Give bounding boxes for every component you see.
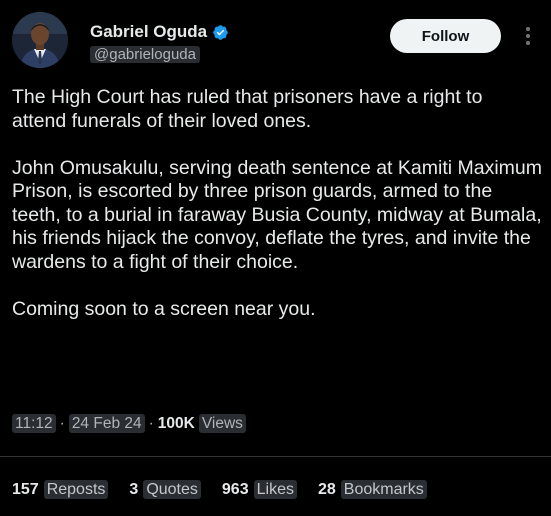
- stat-label: Quotes: [143, 480, 201, 499]
- stat-label: Likes: [253, 480, 297, 499]
- stat-bookmarks[interactable]: 28 Bookmarks: [318, 480, 427, 499]
- stat-count: 963: [221, 480, 249, 498]
- avatar[interactable]: [12, 12, 68, 68]
- stat-count: 157: [12, 480, 39, 498]
- stat-likes[interactable]: 963 Likes: [222, 480, 297, 499]
- more-vertical-icon[interactable]: [520, 25, 536, 47]
- meta-separator: ·: [148, 414, 154, 432]
- tweet-time[interactable]: 11:12: [12, 414, 56, 433]
- stat-label: Bookmarks: [340, 480, 427, 499]
- tweet-paragraph: John Omusakulu, serving death sentence a…: [12, 156, 548, 273]
- tweet-header: Gabriel Oguda @gabrieloguda Follow: [12, 12, 539, 72]
- display-name-row: Gabriel Oguda: [90, 21, 229, 43]
- tweet: Gabriel Oguda @gabrieloguda Follow The H…: [0, 0, 551, 516]
- stat-quotes[interactable]: 3 Quotes: [129, 480, 201, 499]
- follow-button[interactable]: Follow: [390, 19, 501, 53]
- views-count: 100K: [157, 414, 195, 432]
- tweet-meta: 11:12 · 24 Feb 24 · 100K Views: [12, 414, 246, 433]
- avatar-image: [12, 12, 68, 68]
- meta-separator: ·: [59, 414, 65, 432]
- views-label: Views: [198, 414, 246, 433]
- author-names: Gabriel Oguda @gabrieloguda: [90, 21, 229, 64]
- stat-count: 3: [129, 480, 139, 498]
- tweet-text: The High Court has ruled that prisoners …: [12, 86, 542, 345]
- divider: [0, 456, 551, 457]
- stat-count: 28: [317, 480, 336, 498]
- tweet-paragraph: The High Court has ruled that prisoners …: [12, 86, 488, 132]
- tweet-paragraph: Coming soon to a screen near you.: [12, 297, 316, 320]
- stat-label: Reposts: [43, 480, 109, 499]
- author-handle[interactable]: @gabrieloguda: [90, 46, 200, 63]
- engagement-stats: 157 Reposts 3 Quotes 963 Likes 28 Bookma…: [12, 480, 448, 499]
- verified-badge-icon: [212, 24, 229, 41]
- tweet-date[interactable]: 24 Feb 24: [68, 414, 145, 433]
- display-name[interactable]: Gabriel Oguda: [90, 22, 207, 42]
- stat-reposts[interactable]: 157 Reposts: [12, 480, 109, 499]
